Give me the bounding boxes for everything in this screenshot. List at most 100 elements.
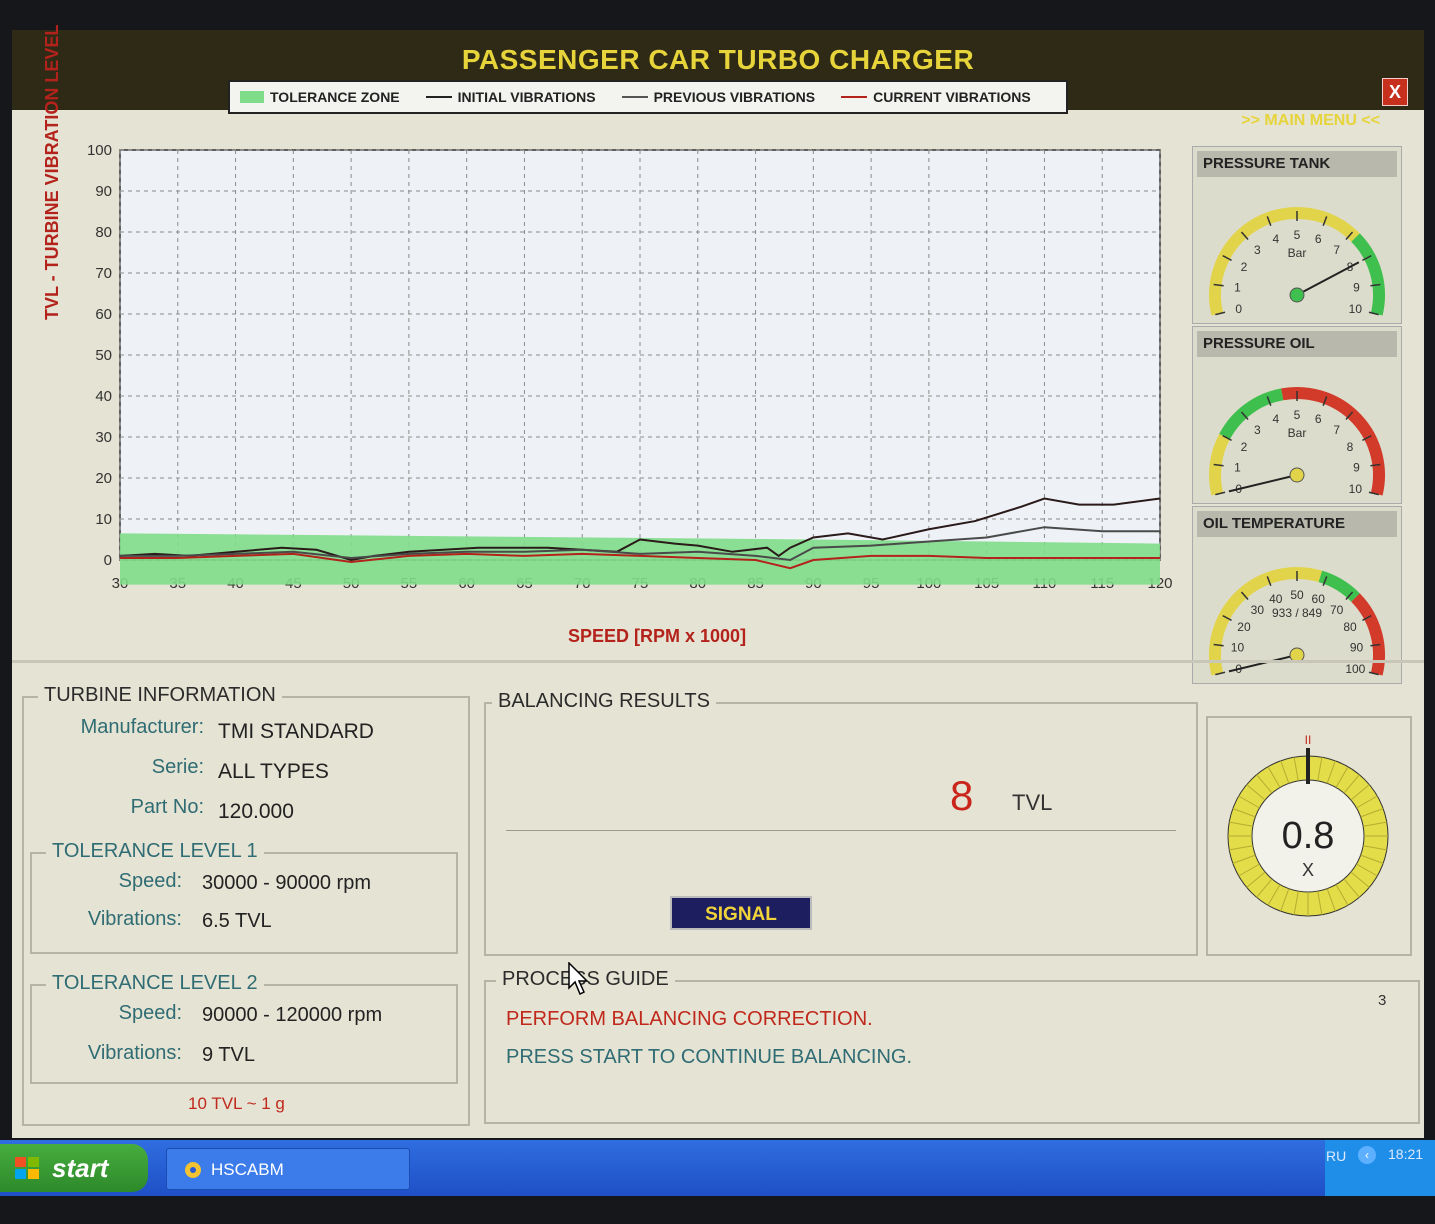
part-label: Part No: bbox=[130, 796, 204, 818]
y-tick-label: 70 bbox=[95, 265, 112, 282]
legend-current: CURRENT VIBRATIONS bbox=[841, 89, 1031, 105]
gauge-tick-label: 30 bbox=[1251, 603, 1265, 617]
app-icon bbox=[185, 1162, 201, 1178]
tolerance-level-2-group: TOLERANCE LEVEL 2 bbox=[30, 972, 458, 1084]
gauge-tick-label: 2 bbox=[1241, 260, 1248, 274]
tolerance-swatch bbox=[240, 91, 264, 103]
gauge-tick-label: 60 bbox=[1312, 592, 1326, 606]
gauge-tick-label: 70 bbox=[1330, 603, 1344, 617]
legend-initial-label: INITIAL VIBRATIONS bbox=[457, 89, 596, 105]
oil-temperature-title: OIL TEMPERATURE bbox=[1197, 511, 1397, 537]
y-tick-label: 50 bbox=[95, 347, 112, 364]
serie-value: ALL TYPES bbox=[218, 760, 329, 783]
balancing-result-value: 8 bbox=[950, 772, 974, 819]
start-label: start bbox=[52, 1153, 109, 1183]
previous-swatch bbox=[621, 96, 648, 98]
tol2-speed-value: 90000 - 120000 rpm bbox=[202, 1004, 383, 1026]
dial-marker: II bbox=[1305, 733, 1312, 747]
pressure-oil-panel: PRESSURE OIL 012345678910Bar bbox=[1192, 326, 1402, 504]
legend-previous-label: PREVIOUS VIBRATIONS bbox=[653, 89, 816, 105]
gauge-tick-label: 9 bbox=[1353, 280, 1360, 294]
window-title: PASSENGER CAR TURBO CHARGER bbox=[461, 44, 975, 75]
gauge-tick-label: 20 bbox=[1237, 620, 1251, 634]
pressure-tank-panel: PRESSURE TANK 012345678910Bar bbox=[1192, 146, 1402, 324]
y-axis-title: TVL - TURBINE VIBRATION LEVEL bbox=[42, 24, 62, 320]
gauge-tick-label: 10 bbox=[1231, 640, 1245, 654]
gauge-tick-label: 1 bbox=[1234, 280, 1241, 294]
tray-expand-icon[interactable]: ‹ bbox=[1358, 1146, 1376, 1164]
gauge-tick-label: 80 bbox=[1343, 620, 1357, 634]
gauge-tick-label: 6 bbox=[1315, 232, 1322, 246]
gauge-hub bbox=[1289, 467, 1305, 483]
gauge-tick-label: 40 bbox=[1269, 592, 1283, 606]
pressure-oil-gauge: 012345678910Bar bbox=[1209, 387, 1385, 496]
process-step-number: 3 bbox=[1378, 992, 1387, 1009]
serie-label: Serie: bbox=[151, 756, 204, 778]
result-divider bbox=[506, 830, 1176, 831]
taskbar-app-hscabm[interactable]: HSCABM bbox=[166, 1148, 410, 1190]
app-window: PASSENGER CAR TURBO CHARGER X >> MAIN ME… bbox=[12, 25, 1424, 1138]
main-menu-button[interactable]: >> MAIN MENU << bbox=[1241, 112, 1380, 130]
manufacturer-label: Manufacturer: bbox=[80, 716, 204, 738]
gauge-tick-label: 1 bbox=[1234, 460, 1241, 474]
tol2-speed-label: Speed: bbox=[118, 1002, 182, 1024]
legend-tolerance-label: TOLERANCE ZONE bbox=[270, 89, 400, 105]
tvl-note: 10 TVL ~ 1 g bbox=[188, 1094, 285, 1113]
y-tick-label: 40 bbox=[95, 388, 112, 405]
gauge-unit: Bar bbox=[1288, 426, 1307, 440]
gauge-tick-label: 8 bbox=[1347, 440, 1354, 454]
y-tick-label: 20 bbox=[95, 470, 112, 487]
tolerance-level-1-group: TOLERANCE LEVEL 1 bbox=[30, 840, 458, 954]
dial-unit: X bbox=[1302, 860, 1314, 880]
gauge-tick-label: 5 bbox=[1294, 408, 1301, 422]
gauge-tick-label: 100 bbox=[1345, 662, 1365, 676]
tol2-vib-label: Vibrations: bbox=[87, 1042, 182, 1064]
tol2-vib-value: 9 TVL bbox=[202, 1044, 255, 1066]
clock: 18:21 bbox=[1388, 1146, 1424, 1162]
tol1-speed-label: Speed: bbox=[118, 870, 182, 892]
legend-previous: PREVIOUS VIBRATIONS bbox=[621, 89, 816, 105]
mouse-cursor-icon bbox=[568, 962, 589, 996]
pressure-oil-title: PRESSURE OIL bbox=[1197, 331, 1397, 357]
process-guide-line-1: PERFORM BALANCING CORRECTION. bbox=[506, 1008, 873, 1030]
balancing-result-unit: TVL bbox=[1012, 790, 1053, 815]
pressure-tank-gauge: 012345678910Bar bbox=[1209, 207, 1385, 316]
y-tick-label: 30 bbox=[95, 429, 112, 446]
gauge-tick-label: 7 bbox=[1333, 423, 1340, 437]
signal-button[interactable]: SIGNAL bbox=[670, 896, 812, 930]
gauge-unit: Bar bbox=[1288, 246, 1307, 260]
balance-dial: II 0.8 X bbox=[1227, 733, 1389, 917]
tolerance-level-1-title: TOLERANCE LEVEL 1 bbox=[46, 840, 264, 863]
language-indicator[interactable]: RU bbox=[1326, 1148, 1346, 1164]
vibration-chart: 3035404550556065707580859095100105110115… bbox=[87, 142, 1173, 592]
turbine-info-title: TURBINE INFORMATION bbox=[38, 684, 282, 707]
gauge-tick-label: 7 bbox=[1333, 243, 1340, 257]
process-guide-line-2: PRESS START TO CONTINUE BALANCING. bbox=[506, 1046, 913, 1068]
manufacturer-value: TMI STANDARD bbox=[218, 720, 374, 743]
gauge-needle bbox=[1296, 261, 1360, 296]
app-label: HSCABM bbox=[211, 1160, 284, 1179]
taskbar: start HSCABM bbox=[0, 1140, 1435, 1196]
start-button[interactable]: start bbox=[0, 1144, 148, 1192]
gauge-tick-label: 2 bbox=[1241, 440, 1248, 454]
gauge-tick-label: 50 bbox=[1290, 588, 1304, 602]
legend-current-label: CURRENT VIBRATIONS bbox=[873, 89, 1031, 105]
gauge-tick-label: 90 bbox=[1350, 640, 1364, 654]
y-tick-label: 60 bbox=[95, 306, 112, 323]
dial-value: 0.8 bbox=[1282, 815, 1335, 857]
y-tick-label: 100 bbox=[87, 142, 112, 159]
gauge-arc bbox=[1209, 567, 1323, 676]
y-tick-label: 0 bbox=[104, 552, 112, 569]
gauge-tick-label: 9 bbox=[1353, 460, 1360, 474]
gauge-tick-label: 0 bbox=[1235, 302, 1242, 316]
y-tick-label: 90 bbox=[95, 183, 112, 200]
gauge-tick-label: 10 bbox=[1349, 482, 1363, 496]
close-button[interactable]: X bbox=[1382, 78, 1408, 106]
gauge-arc bbox=[1209, 207, 1360, 316]
gauge-unit: 933 / 849 bbox=[1272, 606, 1322, 620]
initial-swatch bbox=[425, 96, 452, 98]
y-tick-label: 80 bbox=[95, 224, 112, 241]
y-tick-label: 10 bbox=[95, 511, 112, 528]
tol1-vib-label: Vibrations: bbox=[87, 908, 182, 930]
gauge-tick-label: 10 bbox=[1349, 302, 1363, 316]
